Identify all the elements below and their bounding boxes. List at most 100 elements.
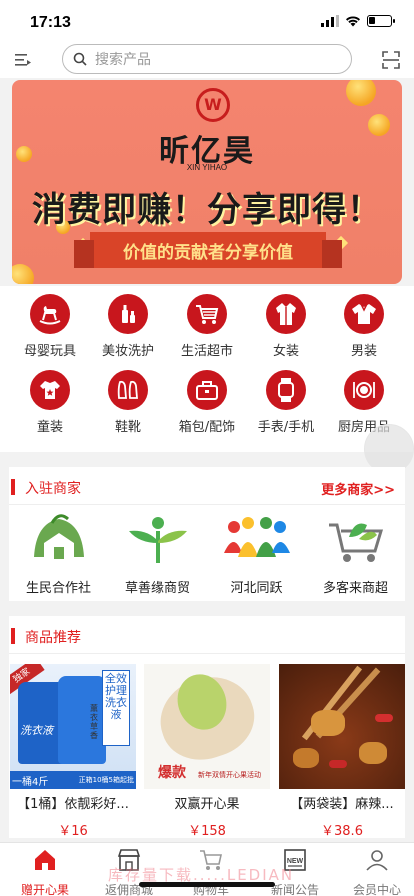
category-item-supermarket[interactable]: 生活超市 bbox=[168, 294, 246, 359]
signal-icon bbox=[321, 15, 339, 27]
category-label: 鞋靴 bbox=[114, 420, 141, 435]
product-caption-bar: 一桶4斤 正箱10桶5箱起批 bbox=[10, 771, 136, 789]
search-input[interactable]: 搜索产品 bbox=[62, 44, 352, 74]
product-price: ￥16 bbox=[58, 824, 88, 839]
bag-icon bbox=[187, 370, 227, 410]
app-root: 17:13 搜索产品 W 昕亿昊 XIN YIHAO 消费即赚！分享即得！ 价值… bbox=[0, 0, 414, 896]
product-caption-left: 一桶4斤 bbox=[12, 777, 49, 788]
wifi-icon bbox=[346, 16, 360, 27]
tab-label: 赠开心果 bbox=[20, 883, 69, 896]
rocking-horse-icon bbox=[30, 294, 70, 334]
merchant-name: 多客来商超 bbox=[322, 581, 388, 596]
merchant-logo bbox=[33, 514, 84, 559]
status-time: 17:13 bbox=[30, 14, 71, 31]
merchants-title: 入驻商家 bbox=[25, 481, 81, 497]
recommended-products-section: 商品推荐 独家 洗衣液 全效护理洗衣液 薰衣草香 一桶4斤 正箱10桶5箱起批 … bbox=[9, 616, 405, 839]
merchants-header: 入驻商家 更多商家>> bbox=[9, 467, 405, 505]
banner-slogan: 消费即赚！分享即得！ bbox=[32, 190, 382, 230]
scan-icon[interactable] bbox=[381, 50, 401, 70]
product-name: 【1桶】依靓彩好... bbox=[17, 797, 129, 812]
cosmetics-icon bbox=[108, 294, 148, 334]
promo-banner[interactable]: 昕亿昊 XIN YIHAO 消费即赚！分享即得！ 价值的贡献者分享价值 bbox=[12, 80, 402, 284]
category-label: 手表/手机 bbox=[257, 420, 315, 435]
coat-icon bbox=[266, 294, 306, 334]
merchant-card[interactable]: 草善缘商贸 bbox=[108, 513, 207, 596]
coin-decoration bbox=[12, 264, 34, 284]
search-placeholder: 搜索产品 bbox=[95, 52, 151, 68]
tab-home[interactable]: 赠开心果 bbox=[4, 847, 86, 896]
status-icons bbox=[321, 15, 395, 27]
shopping-cart-icon bbox=[187, 294, 227, 334]
merchant-logo bbox=[128, 517, 187, 563]
product-image: 独家 洗衣液 全效护理洗衣液 薰衣草香 一桶4斤 正箱10桶5箱起批 bbox=[10, 664, 136, 789]
battery-fill bbox=[369, 17, 375, 24]
search-icon bbox=[73, 52, 87, 66]
product-card[interactable]: 独家 洗衣液 全效护理洗衣液 薰衣草香 一桶4斤 正箱10桶5箱起批 【1桶】依… bbox=[10, 664, 136, 839]
watch-icon bbox=[266, 370, 306, 410]
product-side-sub: 薰衣草香 bbox=[90, 704, 98, 740]
status-bar: 17:13 bbox=[0, 0, 414, 44]
home-icon bbox=[35, 850, 55, 870]
category-item-women[interactable]: 女装 bbox=[247, 294, 325, 359]
merchant-logo bbox=[328, 523, 383, 562]
category-label: 男装 bbox=[350, 344, 377, 359]
section-marker bbox=[11, 479, 15, 495]
category-item-shoes[interactable]: 鞋靴 bbox=[89, 370, 167, 435]
tab-label: 会员中心 bbox=[352, 883, 401, 896]
food-piece bbox=[293, 748, 319, 768]
product-promo-text: 新年双情开心果活动 bbox=[198, 771, 261, 779]
category-label: 母婴玩具 bbox=[23, 344, 76, 359]
product-price: ￥38.6 bbox=[321, 824, 363, 839]
merchant-name: 河北同跃 bbox=[230, 581, 283, 596]
home-indicator bbox=[139, 882, 275, 887]
products-header: 商品推荐 bbox=[9, 616, 405, 654]
merchant-card[interactable]: 多客来商超 bbox=[306, 513, 405, 596]
user-icon bbox=[366, 850, 388, 871]
dish-icon bbox=[344, 370, 384, 410]
product-image: 爆款 新年双情开心果活动 bbox=[144, 664, 270, 789]
coin-decoration bbox=[346, 80, 376, 106]
merchant-card[interactable]: 生民合作社 bbox=[9, 513, 108, 596]
shirt-icon bbox=[344, 294, 384, 334]
battery-icon bbox=[367, 15, 395, 27]
category-item-watches[interactable]: 手表/手机 bbox=[247, 370, 325, 435]
category-grid: 母婴玩具 美妆洗护 生活超市 女装 男装 童装 鞋靴 箱包/配饰 手表/手机 厨… bbox=[0, 286, 414, 452]
category-item-bags[interactable]: 箱包/配饰 bbox=[168, 370, 246, 435]
category-label: 童装 bbox=[36, 420, 63, 435]
product-price: ￥158 bbox=[188, 824, 226, 839]
category-item-mother-baby[interactable]: 母婴玩具 bbox=[11, 294, 89, 359]
products-title: 商品推荐 bbox=[25, 630, 81, 646]
bottle-label: 洗衣液 bbox=[20, 724, 53, 737]
pepper-piece bbox=[329, 760, 347, 768]
banner-ribbon: 价值的贡献者分享价值 bbox=[74, 232, 342, 268]
kids-shirt-icon bbox=[30, 370, 70, 410]
shoes-icon bbox=[108, 370, 148, 410]
category-label: 美妆洗护 bbox=[101, 344, 154, 359]
category-item-kids[interactable]: 童装 bbox=[11, 370, 89, 435]
product-image bbox=[279, 664, 405, 789]
product-badge: 爆款 bbox=[158, 765, 186, 781]
merchant-name: 生民合作社 bbox=[25, 581, 91, 596]
food-piece bbox=[311, 710, 345, 736]
product-card[interactable]: 爆款 新年双情开心果活动 双赢开心果 ￥158 bbox=[144, 664, 270, 839]
category-label: 生活超市 bbox=[180, 344, 233, 359]
pepper-piece bbox=[375, 714, 393, 722]
merchant-logo bbox=[223, 517, 290, 557]
merchant-card[interactable]: 河北同跃 bbox=[207, 513, 306, 596]
product-name: 双赢开心果 bbox=[174, 797, 240, 812]
product-name: 【两袋装】麻辣... bbox=[290, 797, 394, 812]
banner-brand-english: XIN YIHAO bbox=[186, 163, 228, 172]
food-piece bbox=[359, 742, 387, 764]
category-label: 女装 bbox=[272, 344, 299, 359]
tab-member-center[interactable]: 会员中心 bbox=[336, 847, 414, 896]
header: 搜索产品 bbox=[0, 44, 414, 78]
brand-logo bbox=[196, 88, 230, 122]
banner-ribbon-text: 价值的贡献者分享价值 bbox=[123, 242, 293, 263]
category-item-men[interactable]: 男装 bbox=[325, 294, 403, 359]
section-marker bbox=[11, 628, 15, 644]
product-card[interactable]: 【两袋装】麻辣... ￥38.6 bbox=[279, 664, 405, 839]
more-merchants-link[interactable]: 更多商家>> bbox=[321, 479, 395, 498]
product-side-text: 全效护理洗衣液 bbox=[102, 670, 130, 746]
menu-icon[interactable] bbox=[13, 50, 33, 70]
category-item-beauty[interactable]: 美妆洗护 bbox=[89, 294, 167, 359]
